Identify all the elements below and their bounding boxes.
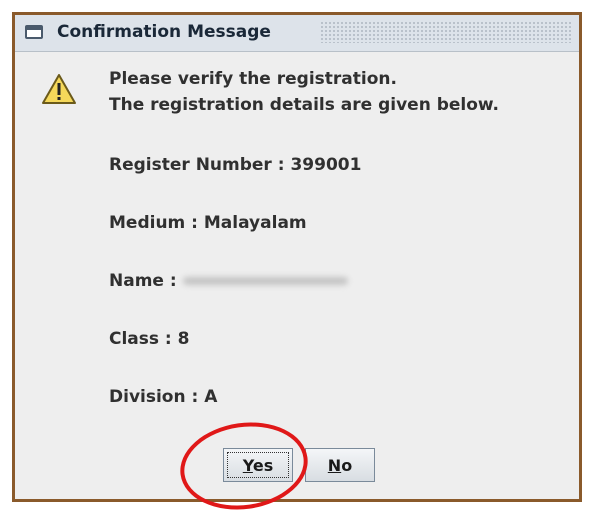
warning-icon [42, 74, 76, 104]
no-label-rest: o [341, 455, 353, 475]
title-bar-pattern [320, 21, 571, 43]
message-line-1: Please verify the registration. [109, 69, 397, 89]
yes-mnemonic: Y [242, 455, 253, 475]
title-bar[interactable]: Confirmation Message [15, 15, 579, 52]
name-value-blurred [182, 277, 348, 285]
dialog-title: Confirmation Message [57, 22, 271, 42]
name-label: Name : [109, 271, 177, 291]
window-icon [25, 25, 43, 39]
message-line-2: The registration details are given below… [109, 95, 500, 115]
no-button[interactable]: No [305, 448, 375, 482]
yes-button[interactable]: Yes [223, 448, 293, 482]
class: Class : 8 [109, 329, 190, 349]
division: Division : A [109, 387, 218, 407]
medium: Medium : Malayalam [109, 213, 307, 233]
yes-label-rest: es [252, 455, 274, 475]
no-mnemonic: N [327, 455, 342, 475]
confirmation-dialog: Confirmation Message Please verify the r… [12, 12, 582, 518]
register-number: Register Number : 399001 [109, 155, 362, 175]
name-row: Name : [109, 271, 348, 291]
